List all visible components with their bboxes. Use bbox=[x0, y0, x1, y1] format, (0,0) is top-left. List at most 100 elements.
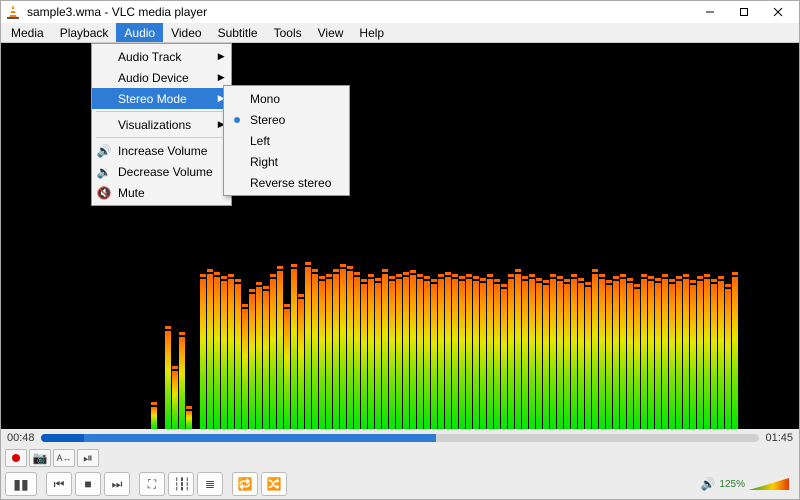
menu-view[interactable]: View bbox=[310, 23, 352, 42]
spectrum-bar bbox=[319, 281, 325, 429]
stereo-stereo-item[interactable]: Stereo bbox=[224, 109, 349, 130]
menu-media[interactable]: Media bbox=[3, 23, 52, 42]
menu-separator bbox=[96, 137, 227, 138]
spectrum-bar bbox=[277, 271, 283, 429]
window-title: sample3.wma - VLC media player bbox=[27, 5, 693, 19]
loop-icon: 🔁 bbox=[238, 477, 253, 491]
spectrum-bar bbox=[403, 277, 409, 429]
spectrum-bar bbox=[487, 279, 493, 429]
loop-ab-icon: A↔ bbox=[56, 453, 71, 463]
timeline-row: 00:48 01:45 bbox=[1, 429, 799, 447]
spectrum-bar bbox=[410, 275, 416, 429]
menu-subtitle[interactable]: Subtitle bbox=[210, 23, 266, 42]
visualizations-item[interactable]: Visualizations▶ bbox=[92, 114, 231, 135]
stop-button[interactable]: ■ bbox=[75, 472, 101, 496]
fullscreen-button[interactable]: ⛶ bbox=[139, 472, 165, 496]
spectrum-bar bbox=[592, 274, 598, 429]
record-icon bbox=[12, 454, 20, 462]
increase-volume-item[interactable]: 🔊Increase Volume bbox=[92, 140, 231, 161]
spectrum-bar bbox=[697, 281, 703, 429]
mute-icon: 🔇 bbox=[96, 185, 112, 201]
spectrum-bar bbox=[438, 279, 444, 429]
spectrum-bar bbox=[473, 281, 479, 429]
spectrum-bar bbox=[459, 281, 465, 429]
menu-audio[interactable]: Audio bbox=[116, 23, 163, 42]
vlc-logo-icon bbox=[5, 4, 21, 20]
loop-ab-button[interactable]: A↔ bbox=[53, 449, 75, 467]
spectrum-bar bbox=[228, 279, 234, 429]
record-button[interactable] bbox=[5, 449, 27, 467]
maximize-button[interactable] bbox=[727, 1, 761, 23]
speaker-icon[interactable]: 🔊 bbox=[700, 477, 715, 491]
prev-button[interactable]: ⏮ bbox=[46, 472, 72, 496]
spectrum-bar bbox=[564, 284, 570, 429]
stop-icon: ■ bbox=[84, 477, 91, 491]
spectrum-bar bbox=[221, 281, 227, 429]
spectrum-bar bbox=[627, 283, 633, 429]
stereo-mono-item[interactable]: Mono bbox=[224, 88, 349, 109]
spectrum-bar bbox=[235, 284, 241, 429]
next-button[interactable]: ⏭ bbox=[104, 472, 130, 496]
playlist-button[interactable]: ≣ bbox=[197, 472, 223, 496]
menu-playback[interactable]: Playback bbox=[52, 23, 117, 42]
spectrum-bar bbox=[284, 309, 290, 429]
volume-up-icon: 🔊 bbox=[96, 143, 112, 159]
spectrum-bar bbox=[585, 287, 591, 429]
spectrum-bar bbox=[732, 277, 738, 429]
spectrum-bar bbox=[263, 291, 269, 429]
stereo-left-item[interactable]: Left bbox=[224, 130, 349, 151]
menubar: Media Playback Audio Video Subtitle Tool… bbox=[1, 23, 799, 43]
spectrum-bar bbox=[242, 309, 248, 429]
radio-selected-icon bbox=[234, 117, 240, 123]
spectrum-bar bbox=[613, 281, 619, 429]
volume-slider[interactable] bbox=[749, 476, 789, 492]
spectrum-bar bbox=[711, 284, 717, 429]
mute-item[interactable]: 🔇Mute bbox=[92, 182, 231, 203]
menu-help[interactable]: Help bbox=[351, 23, 392, 42]
spectrum-bar bbox=[382, 274, 388, 429]
frame-step-button[interactable]: ⏯ bbox=[77, 449, 99, 467]
volume-down-icon: 🔉 bbox=[96, 164, 112, 180]
ext-settings-button[interactable]: ┆┇┆ bbox=[168, 472, 194, 496]
pause-icon: ▮▮ bbox=[13, 476, 28, 493]
stereo-mode-item[interactable]: Stereo Mode▶ bbox=[92, 88, 231, 109]
spectrum-bar bbox=[431, 284, 437, 429]
spectrum-bar bbox=[256, 287, 262, 429]
buffer-progress bbox=[41, 434, 436, 442]
spectrum-bar bbox=[340, 269, 346, 429]
chevron-right-icon: ▶ bbox=[218, 72, 225, 83]
stereo-right-item[interactable]: Right bbox=[224, 151, 349, 172]
camera-icon: 📷 bbox=[33, 451, 48, 465]
spectrum-bar bbox=[515, 274, 521, 429]
spectrum-bar bbox=[298, 299, 304, 429]
stereo-reverse-item[interactable]: Reverse stereo bbox=[224, 172, 349, 193]
audio-track-item[interactable]: Audio Track▶ bbox=[92, 46, 231, 67]
spectrum-bar bbox=[529, 279, 535, 429]
menu-tools[interactable]: Tools bbox=[266, 23, 310, 42]
snapshot-button[interactable]: 📷 bbox=[29, 449, 51, 467]
spectrum-bar bbox=[417, 279, 423, 429]
shuffle-icon: 🔀 bbox=[267, 477, 282, 491]
shuffle-button[interactable]: 🔀 bbox=[261, 472, 287, 496]
spectrum-bar bbox=[578, 283, 584, 429]
spectrum-bar bbox=[186, 411, 192, 429]
spectrum-bar bbox=[207, 274, 213, 429]
spectrum-bar bbox=[333, 274, 339, 429]
spectrum-bar bbox=[669, 284, 675, 429]
audio-dropdown: Audio Track▶ Audio Device▶ Stereo Mode▶ … bbox=[91, 43, 232, 206]
elapsed-time: 00:48 bbox=[7, 432, 35, 444]
total-time: 01:45 bbox=[765, 432, 793, 444]
spectrum-bar bbox=[165, 331, 171, 429]
spectrum-bar bbox=[214, 277, 220, 429]
decrease-volume-item[interactable]: 🔉Decrease Volume bbox=[92, 161, 231, 182]
pause-button[interactable]: ▮▮ bbox=[5, 472, 37, 496]
loop-button[interactable]: 🔁 bbox=[232, 472, 258, 496]
audio-device-item[interactable]: Audio Device▶ bbox=[92, 67, 231, 88]
spectrum-bar bbox=[599, 279, 605, 429]
titlebar: sample3.wma - VLC media player bbox=[1, 1, 799, 23]
minimize-button[interactable] bbox=[693, 1, 727, 23]
close-button[interactable] bbox=[761, 1, 795, 23]
spectrum-bar bbox=[704, 279, 710, 429]
menu-video[interactable]: Video bbox=[163, 23, 209, 42]
seek-slider[interactable] bbox=[41, 434, 760, 442]
